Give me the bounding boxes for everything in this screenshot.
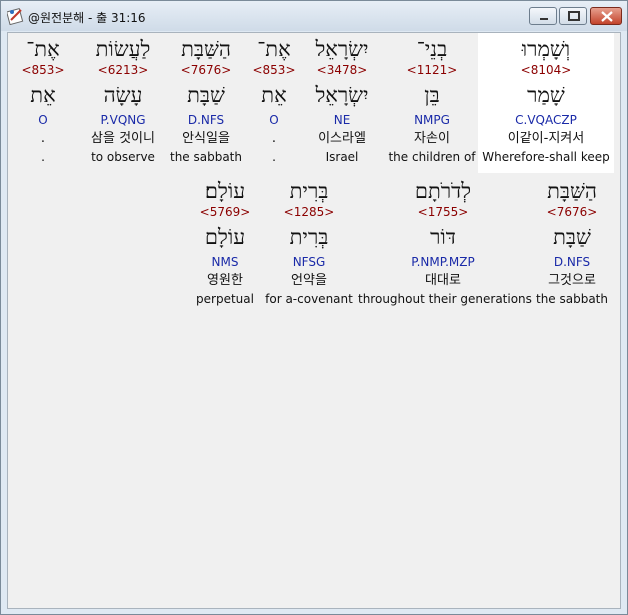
lemma-word: אֵת xyxy=(30,83,56,107)
lemma-word: שַׁבָּת xyxy=(187,83,225,107)
lemma-word: שַׁבָּת xyxy=(553,225,591,249)
word-cell[interactable]: עוֹלָם׃ <5769> עוֹלָם NMS 영원한 perpetual xyxy=(194,175,256,315)
english-gloss: . xyxy=(272,150,276,164)
word-cell[interactable]: לַעֲשׂוֹת <6213> עָשָׂה P.VQNG 삼을 것이니 to obse… xyxy=(80,33,166,173)
hebrew-word: אֶת־ xyxy=(26,37,60,61)
hebrew-word: עוֹלָם׃ xyxy=(204,179,246,203)
korean-gloss: 그것으로 xyxy=(548,273,596,288)
korean-gloss: 삼을 것이니 xyxy=(91,131,155,146)
strong-number: <7676> xyxy=(546,205,598,219)
lemma-word: בֵּן xyxy=(424,83,440,107)
word-cell[interactable]: הַשַּׁבָּת <7676> שַׁבָּת D.NFS 그것으로 the sabb… xyxy=(532,175,612,315)
close-button[interactable] xyxy=(590,7,622,25)
lemma-word: עָשָׂה xyxy=(103,83,143,107)
morphology-code: D.NFS xyxy=(187,113,225,127)
morphology-code: NMPG xyxy=(414,113,450,127)
hebrew-word: בְנֵי־ xyxy=(416,37,448,61)
korean-gloss: 영원한 xyxy=(207,273,243,288)
app-icon xyxy=(6,7,25,26)
strong-number: <1285> xyxy=(283,205,335,219)
morphology-code: P.NMP.MZP xyxy=(411,255,475,269)
strong-number: <6213> xyxy=(97,63,149,77)
english-gloss: Israel xyxy=(325,150,359,164)
hebrew-word: בְּרִית xyxy=(289,179,329,203)
korean-gloss: 이같이-지켜서 xyxy=(507,131,585,146)
lemma-word: אֵת xyxy=(261,83,287,107)
strong-number: <1755> xyxy=(417,205,469,219)
english-gloss: perpetual xyxy=(196,292,254,306)
strong-number: <853> xyxy=(21,63,65,77)
close-icon xyxy=(601,11,613,22)
window-title: @원전분해 - 출 31:16 xyxy=(28,11,146,25)
word-cell[interactable]: בְּרִית <1285> בְּרִית NFSG 언약을 for a-covenan… xyxy=(264,175,354,315)
korean-gloss: 자손이 xyxy=(414,131,450,146)
english-gloss: the sabbath xyxy=(169,150,242,164)
english-gloss: . xyxy=(41,150,45,164)
morphology-code: NE xyxy=(333,113,351,127)
app-window: @원전분해 - 출 31:16 וְשָׁמְרוּ <8104> שָׁמַר C.… xyxy=(0,0,628,615)
english-gloss: throughout their generations xyxy=(358,292,532,306)
hebrew-word: לְדֹרֹתָם xyxy=(414,179,472,203)
morphology-code: NFSG xyxy=(292,255,326,269)
morphology-code: P.VQNG xyxy=(100,113,146,127)
korean-gloss: 대대로 xyxy=(425,273,461,288)
strong-number: <7676> xyxy=(180,63,232,77)
strong-number: <8104> xyxy=(520,63,572,77)
korean-gloss: . xyxy=(271,131,277,146)
morphology-code: D.NFS xyxy=(553,255,591,269)
title-bar[interactable]: @원전분해 - 출 31:16 xyxy=(1,1,627,31)
word-cell[interactable]: אֶת־ <853> אֵת O.. xyxy=(20,33,66,173)
english-gloss: for a-covenant xyxy=(265,292,353,306)
word-cell[interactable]: לְדֹרֹתָם <1755> דּוֹר P.NMP.MZP 대대로 througho… xyxy=(358,175,532,315)
lemma-word: בְּרִית xyxy=(289,225,329,249)
word-cell[interactable]: וְשָׁמְרוּ <8104> שָׁמַר C.VQACZP 이같이-지켜서 Whe… xyxy=(478,33,614,173)
english-gloss: to observe xyxy=(91,150,155,164)
morphology-code: O xyxy=(269,113,279,127)
word-cell[interactable]: יִשְׂרָאֵל <3478> יִשְׂרָאֵל NE 이스라엘 Israel xyxy=(304,33,380,173)
hebrew-word: הַשַּׁבָּת xyxy=(181,37,231,61)
english-gloss: Wherefore-shall keep xyxy=(482,150,610,164)
morphology-code: C.VQACZP xyxy=(515,113,577,127)
word-cell[interactable]: בְנֵי־ <1121> בֵּן NMPG 자손이 the children of xyxy=(382,33,482,173)
lemma-word: יִשְׂרָאֵל xyxy=(315,83,369,107)
hebrew-word: יִשְׂרָאֵל xyxy=(315,37,369,61)
word-cell[interactable]: אֶת־ <853> אֵת O.. xyxy=(248,33,300,173)
english-gloss: the sabbath xyxy=(535,292,608,306)
strong-number: <5769> xyxy=(199,205,251,219)
word-analysis-panel: וְשָׁמְרוּ <8104> שָׁמַר C.VQACZP 이같이-지켜서 Whe… xyxy=(7,32,621,609)
word-cell[interactable]: הַשַּׁבָּת <7676> שַׁבָּת D.NFS 안식일을 the sabb… xyxy=(168,33,244,173)
hebrew-word: וְשָׁמְרוּ xyxy=(521,37,571,61)
korean-gloss: . xyxy=(40,131,46,146)
lemma-word: עוֹלָם xyxy=(204,225,246,249)
hebrew-word: לַעֲשׂוֹת xyxy=(95,37,151,61)
hebrew-word: אֶת־ xyxy=(257,37,291,61)
korean-gloss: 언약을 xyxy=(291,273,327,288)
minimize-icon xyxy=(540,18,548,20)
maximize-icon xyxy=(568,11,580,21)
minimize-button[interactable] xyxy=(529,7,557,25)
korean-gloss: 안식일을 xyxy=(182,131,230,146)
lemma-word: שָׁמַר xyxy=(527,83,565,107)
morphology-code: O xyxy=(38,113,48,127)
hebrew-word: הַשַּׁבָּת xyxy=(547,179,597,203)
strong-number: <3478> xyxy=(316,63,368,77)
english-gloss: the children of xyxy=(388,150,476,164)
lemma-word: דּוֹר xyxy=(430,225,456,249)
maximize-button[interactable] xyxy=(559,7,587,25)
korean-gloss: 이스라엘 xyxy=(318,131,366,146)
morphology-code: NMS xyxy=(211,255,239,269)
strong-number: <853> xyxy=(252,63,296,77)
strong-number: <1121> xyxy=(406,63,458,77)
